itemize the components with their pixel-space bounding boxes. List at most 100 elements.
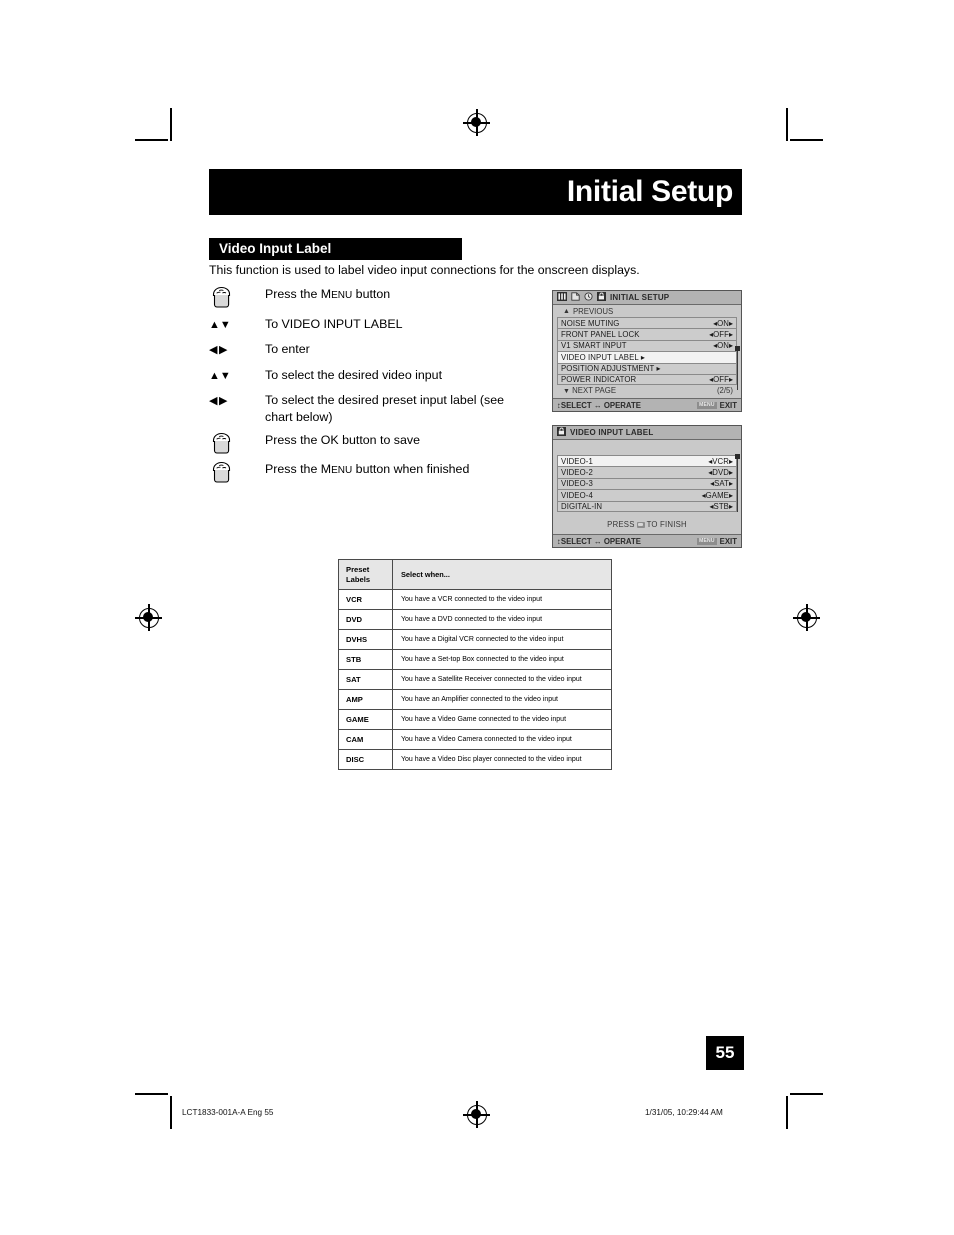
page-icon[interactable] — [571, 292, 580, 303]
table-header-row: Preset Labels Select when... — [338, 559, 612, 590]
osd-row-v1-smart-input[interactable]: V1 SMART INPUT ◂ON▸ — [557, 339, 737, 352]
osd-row-video-2[interactable]: VIDEO-2 ◂DVD▸ — [557, 466, 737, 478]
osd-footer-right: MENU EXIT — [697, 400, 737, 410]
table-row: SAT You have a Satellite Receiver connec… — [338, 669, 612, 690]
table-row: STB You have a Set-top Box connected to … — [338, 649, 612, 670]
setup-lock-icon[interactable] — [597, 292, 606, 303]
crop-mark-bottom-right-horizontal — [790, 1093, 823, 1095]
osd-press-finish-text: PRESS TO FINISH — [607, 519, 687, 529]
preset-label-cell: DVD — [338, 609, 393, 630]
preset-desc-cell: You have a Video Camera connected to the… — [392, 729, 612, 750]
ok-button-icon — [636, 521, 645, 528]
step-label: To enter — [265, 342, 310, 356]
preset-label-cell: CAM — [338, 729, 393, 750]
osd-row-label: POSITION ADJUSTMENT ▸ — [561, 364, 661, 374]
osd-previous-label: PREVIOUS — [572, 307, 614, 316]
hand-press-icon — [209, 284, 265, 309]
clock-icon[interactable] — [584, 292, 593, 303]
setup-lock-icon[interactable] — [557, 427, 566, 438]
step-press-menu-finish: Press the MENU button when finished — [209, 459, 529, 484]
step-label: To select the desired preset input label… — [265, 393, 505, 424]
table-row: GAME You have a Video Game connected to … — [338, 709, 612, 730]
preset-desc-cell: You have a Video Game connected to the v… — [392, 709, 612, 730]
page-number-badge: 55 — [706, 1036, 744, 1070]
up-down-arrows-icon: ▲▼ — [209, 369, 231, 382]
crop-mark-bottom-left-horizontal — [135, 1093, 168, 1095]
osd-row-label: FRONT PANEL LOCK — [561, 330, 640, 340]
preset-label-cell: DISC — [338, 749, 393, 770]
registration-mark-bottom — [463, 1101, 490, 1128]
osd-row-video-1[interactable]: VIDEO-1 ◂VCR▸ — [557, 455, 737, 467]
osd-scrollbar[interactable] — [734, 454, 740, 512]
table-row: DVHS You have a Digital VCR connected to… — [338, 629, 612, 650]
table-row: VCR You have a VCR connected to the vide… — [338, 589, 612, 610]
osd-row-label: DIGITAL-IN — [561, 501, 603, 511]
osd-next-page-row[interactable]: ▼ NEXT PAGE (2/5) — [557, 385, 737, 396]
osd-body: ▲ PREVIOUS NOISE MUTING ◂ON▸ FRONT PANEL… — [553, 305, 741, 396]
step-label: Press the MENU button when finished — [265, 462, 470, 477]
step-navigate-to-video-input-label: ▲▼ To VIDEO INPUT LABEL — [209, 314, 529, 335]
osd-row-label: POWER INDICATOR — [561, 375, 637, 385]
step-label: Press the MENU button — [265, 287, 391, 301]
down-triangle-icon: ▼ — [563, 388, 570, 396]
osd-row-value: ◂DVD▸ — [708, 468, 733, 478]
table-header-select-when: Select when... — [392, 559, 612, 590]
table-row: DVD You have a DVD connected to the vide… — [338, 609, 612, 630]
osd-row-video-4[interactable]: VIDEO-4 ◂GAME▸ — [557, 489, 737, 501]
preset-label-cell: SAT — [338, 669, 393, 690]
osd-row-label: VIDEO-3 — [561, 479, 593, 489]
preset-label-cell: VCR — [338, 589, 393, 610]
osd-footer-bar: ↕SELECT ↔ OPERATE MENU EXIT — [553, 534, 741, 547]
preset-desc-cell: You have a Digital VCR connected to the … — [392, 629, 612, 650]
step-enter: ◀▶ To enter — [209, 339, 529, 360]
step-press-menu: Press the MENU button — [209, 284, 529, 309]
up-down-arrows-icon: ▲▼ — [209, 318, 231, 331]
bars-icon[interactable] — [557, 292, 567, 303]
osd-row-front-panel-lock[interactable]: FRONT PANEL LOCK ◂OFF▸ — [557, 328, 737, 340]
page-title: Initial Setup — [566, 175, 733, 208]
osd-row-position-adjustment[interactable]: POSITION ADJUSTMENT ▸ — [557, 362, 737, 374]
osd-row-video-3[interactable]: VIDEO-3 ◂SAT▸ — [557, 477, 737, 490]
step-select-preset-label: ◀▶ To select the desired preset input la… — [209, 390, 529, 425]
osd-row-power-indicator[interactable]: POWER INDICATOR ◂OFF▸ — [557, 373, 737, 386]
registration-mark-top — [463, 109, 490, 136]
osd-row-value: ◂ON▸ — [713, 318, 733, 328]
menu-chip-icon: MENU — [697, 401, 717, 409]
table-row: CAM You have a Video Camera connected to… — [338, 729, 612, 750]
osd-scrollbar[interactable] — [734, 346, 740, 390]
osd-title-text: INITIAL SETUP — [610, 293, 670, 302]
table-row: AMP You have an Amplifier connected to t… — [338, 689, 612, 710]
preset-label-cell: GAME — [338, 709, 393, 730]
osd-row-label: VIDEO INPUT LABEL ▸ — [561, 352, 645, 362]
instruction-steps: Press the MENU button ▲▼ To VIDEO INPUT … — [209, 284, 529, 489]
table-header-preset-labels: Preset Labels — [338, 559, 393, 590]
osd-row-value: ◂VCR▸ — [708, 456, 733, 466]
table-head: Preset Labels Select when... — [338, 559, 612, 590]
osd-row-video-input-label[interactable]: VIDEO INPUT LABEL ▸ — [557, 351, 737, 363]
osd-initial-setup-panel: INITIAL SETUP ▲ PREVIOUS NOISE MUTING ◂O… — [552, 290, 742, 412]
step-select-video-input: ▲▼ To select the desired video input — [209, 365, 529, 386]
preset-desc-cell: You have an Amplifier connected to the v… — [392, 689, 612, 710]
crop-mark-top-left-vertical — [170, 108, 172, 141]
table-body: VCR You have a VCR connected to the vide… — [338, 589, 612, 770]
table-row: DISC You have a Video Disc player connec… — [338, 749, 612, 770]
preset-desc-cell: You have a Satellite Receiver connected … — [392, 669, 612, 690]
osd-row-value: ◂STB▸ — [709, 501, 733, 511]
step-label: To VIDEO INPUT LABEL — [265, 316, 403, 331]
osd-page-indicator: (2/5) — [716, 386, 733, 396]
osd-row-label: NOISE MUTING — [561, 318, 620, 328]
osd-title-text: VIDEO INPUT LABEL — [570, 428, 654, 437]
osd-row-digital-in[interactable]: DIGITAL-IN ◂STB▸ — [557, 500, 737, 512]
preset-desc-cell: You have a Set-top Box connected to the … — [392, 649, 612, 670]
osd-previous-row[interactable]: ▲ PREVIOUS — [557, 306, 737, 317]
left-right-arrows-icon: ◀▶ — [209, 344, 229, 356]
osd-next-page-left: ▼ NEXT PAGE — [563, 386, 617, 396]
preset-desc-cell: You have a DVD connected to the video in… — [392, 609, 612, 630]
step-press-ok: Press the OK button to save — [209, 430, 529, 455]
submenu-arrow-icon: ▸ — [640, 352, 645, 362]
footer-divider-left — [170, 1098, 172, 1126]
left-right-arrows-icon: ◀▶ — [209, 395, 229, 407]
section-intro-text: This function is used to label video inp… — [209, 263, 640, 277]
step-label: Press the OK button to save — [265, 432, 420, 447]
osd-row-noise-muting[interactable]: NOISE MUTING ◂ON▸ — [557, 317, 737, 329]
